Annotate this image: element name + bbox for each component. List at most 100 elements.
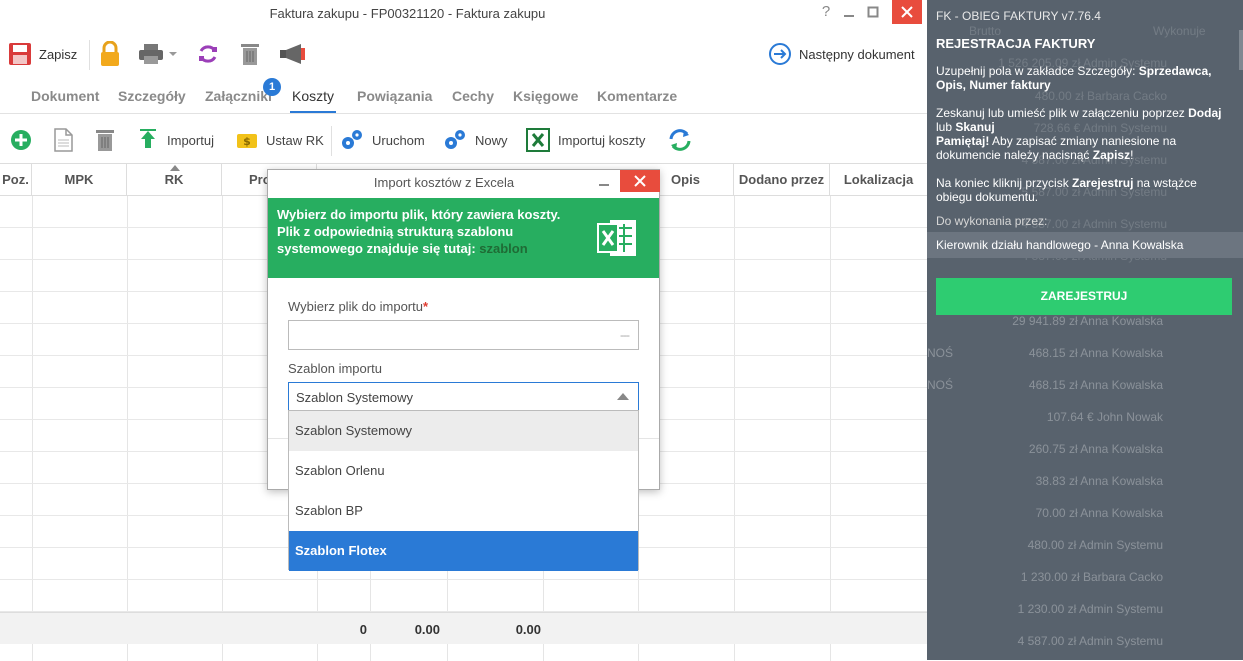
save-label: Zapisz — [39, 46, 78, 62]
column-header-rk-label: RK — [164, 172, 184, 187]
template-select[interactable]: Szablon Systemowy — [288, 382, 639, 412]
close-button[interactable] — [892, 0, 922, 24]
megaphone-icon — [280, 44, 305, 64]
excel-file-icon — [597, 220, 636, 256]
delete-button[interactable] — [239, 38, 261, 70]
window-title: Faktura zakupu - FP00321120 - Faktura za… — [269, 6, 546, 21]
invoice-window: Faktura zakupu - FP00321120 - Faktura za… — [0, 0, 927, 661]
cycle-icon — [199, 45, 217, 63]
final-register: Zarejestruj — [1072, 176, 1134, 190]
refresh-workflow-button[interactable] — [196, 38, 220, 70]
step-2-or: lub — [936, 120, 956, 134]
instruction-step-2: Zeskanuj lub umieść plik w załączeniu po… — [936, 106, 1232, 134]
toolbar-separator — [331, 126, 332, 156]
sync-button[interactable] — [667, 124, 693, 156]
svg-text:$: $ — [243, 135, 251, 148]
panel-section-title: REJESTRACJA FAKTURY — [936, 36, 1096, 51]
file-path-input[interactable]: --- — [288, 320, 639, 350]
gears-icon — [342, 130, 362, 149]
tab-szczegoly[interactable]: Szczegóły — [118, 88, 186, 104]
minimize-icon — [599, 184, 609, 186]
minimize-button[interactable] — [836, 0, 862, 24]
bg-row: 1 230.00 zł Barbara Cacko — [1020, 570, 1163, 584]
template-selected-value: Szablon Systemowy — [296, 390, 414, 405]
total-net: 0.00 — [414, 622, 440, 637]
template-option-flotex[interactable]: Szablon Flotex — [289, 531, 638, 571]
dialog-minimize-button[interactable] — [599, 175, 609, 189]
tab-zalaczniki[interactable]: Załączniki — [205, 88, 272, 104]
browse-button[interactable]: --- — [620, 328, 630, 342]
column-header-poz[interactable]: Poz. — [0, 164, 32, 196]
step-2-scan: Skanuj — [955, 120, 995, 134]
chevron-down-icon — [169, 52, 177, 56]
maximize-button[interactable] — [860, 0, 886, 24]
delete-cost-button[interactable] — [94, 124, 116, 156]
maximize-icon — [867, 6, 879, 18]
bg-row: 468.15 zł Anna Kowalska — [1028, 346, 1163, 360]
bg-row: 38.83 zł Anna Kowalska — [1035, 474, 1163, 488]
required-marker: * — [422, 299, 429, 314]
document-tabs: Dokument Szczegóły Załączniki Koszty Pow… — [0, 80, 927, 114]
import-costs-button[interactable]: Importuj koszty — [526, 124, 645, 156]
minimize-icon — [844, 15, 854, 17]
title-bar: Faktura zakupu - FP00321120 - Faktura za… — [0, 0, 927, 28]
plus-circle-icon — [11, 130, 31, 150]
reminder-save: Zapisz — [1092, 148, 1131, 162]
save-button[interactable]: Zapisz — [8, 38, 77, 70]
tab-ksiegowe[interactable]: Księgowe — [513, 88, 578, 104]
gears-icon — [445, 130, 465, 149]
run-button[interactable]: Uruchom — [340, 124, 425, 156]
dialog-close-button[interactable] — [620, 170, 660, 192]
bg-row: 1 230.00 zł Admin Systemu — [1017, 602, 1163, 616]
new-button[interactable]: Nowy — [443, 124, 508, 156]
instruction-banner: Wybierz do importu plik, który zawiera k… — [268, 198, 659, 278]
tab-dokument[interactable]: Dokument — [31, 88, 99, 104]
step-1-text: Uzupełnij pola w zakładce Szczegóły: — [936, 64, 1139, 78]
next-document-button[interactable]: Następny dokument — [768, 38, 915, 70]
tab-powiazania[interactable]: Powiązania — [357, 88, 432, 104]
register-button[interactable]: ZAREJESTRUJ — [936, 278, 1232, 315]
panel-scrollbar[interactable] — [1239, 30, 1243, 70]
close-icon — [901, 6, 913, 18]
total-gross: 0.00 — [515, 622, 541, 637]
template-option-systemowy[interactable]: Szablon Systemowy — [289, 411, 638, 451]
toolbar-separator — [89, 40, 90, 70]
template-option-bp[interactable]: Szablon BP — [289, 491, 638, 531]
chevron-up-icon — [617, 393, 629, 400]
set-rk-button[interactable]: $ Ustaw RK — [236, 124, 324, 156]
announce-button[interactable] — [279, 38, 307, 70]
column-header-rk[interactable]: RK — [127, 164, 222, 196]
instruction-step-final: Na koniec kliknij przycisk Zarejestruj n… — [936, 176, 1232, 204]
tab-komentarze[interactable]: Komentarze — [597, 88, 677, 104]
lock-button[interactable] — [98, 38, 122, 70]
print-button[interactable] — [138, 38, 178, 70]
final-text: Na koniec kliknij przycisk — [936, 176, 1073, 190]
sync-icon — [669, 129, 691, 151]
money-icon: $ — [237, 134, 257, 148]
bg-row: 4 587.00 zł Admin Systemu — [1017, 634, 1163, 648]
column-header-mpk[interactable]: MPK — [32, 164, 127, 196]
bg-row: 107.64 € John Nowak — [1046, 410, 1163, 424]
import-button[interactable]: Importuj — [137, 124, 214, 156]
printer-icon — [139, 44, 163, 64]
bg-row-fragment: NOŚ — [927, 346, 954, 360]
trash-icon — [241, 44, 259, 65]
template-dropdown-list: Szablon Systemowy Szablon Orlenu Szablon… — [288, 410, 639, 571]
run-label: Uruchom — [372, 132, 425, 148]
tab-cechy[interactable]: Cechy — [452, 88, 494, 104]
document-button[interactable] — [52, 124, 74, 156]
template-link[interactable]: szablon — [479, 241, 527, 256]
import-label: Importuj — [167, 132, 214, 148]
column-header-added-by[interactable]: Dodano przez — [734, 164, 830, 196]
template-option-orlen[interactable]: Szablon Orlenu — [289, 451, 638, 491]
template-field-label: Szablon importu — [288, 361, 382, 376]
instruction-text: Wybierz do importu plik, który zawiera k… — [277, 206, 577, 257]
bg-row-fragment: NOŚ — [927, 378, 954, 392]
add-cost-button[interactable] — [10, 124, 32, 156]
sort-ascending-icon — [170, 165, 180, 171]
column-header-location[interactable]: Lokalizacja — [830, 164, 927, 196]
excel-icon — [526, 128, 550, 152]
tab-koszty[interactable]: Koszty — [289, 88, 337, 113]
table-row[interactable] — [0, 580, 927, 612]
next-document-label: Następny dokument — [799, 46, 915, 62]
